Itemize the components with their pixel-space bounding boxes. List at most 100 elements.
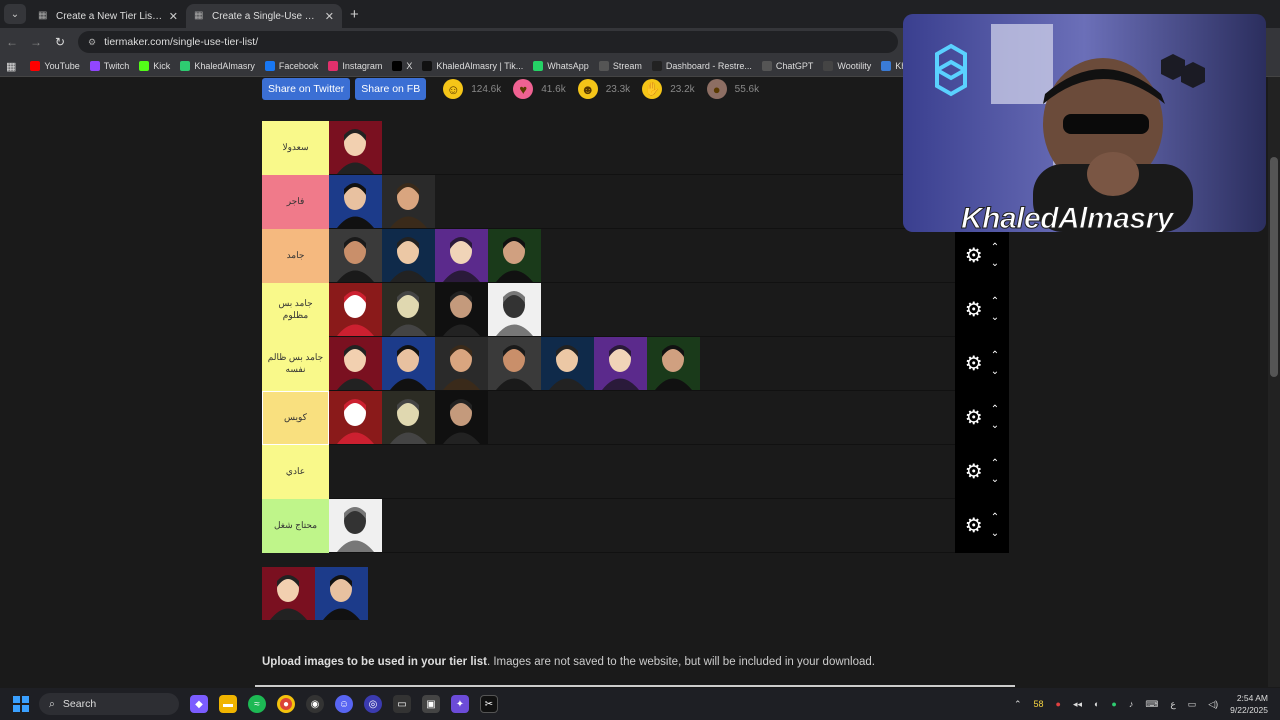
bookmark-item[interactable]: Wootility [823,61,871,71]
store-icon[interactable]: ▣ [422,695,440,713]
share-fb-button[interactable]: Share on FB [355,78,427,100]
copilot-icon[interactable]: ◆ [190,695,208,713]
gear-icon[interactable]: ⚙ [965,462,985,482]
gear-icon[interactable]: ⚙ [965,246,985,266]
reload-icon[interactable]: ↻ [48,35,72,49]
tier-label[interactable]: فاجر [262,175,329,229]
chevron-down-icon[interactable]: ⌄ [991,256,999,272]
tier-item-thumbnail[interactable] [382,229,435,282]
tier-label[interactable]: جامد بس ظالم نفسه [262,337,329,391]
chevron-up-icon[interactable]: ⌃ [991,456,999,472]
reaction-button[interactable]: ● 55.6k [706,79,759,99]
game-app-icon[interactable]: ✦ [451,695,469,713]
close-tab-icon[interactable]: ✕ [169,10,178,23]
tier-item-thumbnail[interactable] [382,175,435,228]
tier-items[interactable] [329,391,1009,444]
bookmark-item[interactable]: Twitch [89,61,129,71]
spotify-icon[interactable]: ≈ [248,695,266,713]
tier-item-thumbnail[interactable] [329,229,382,282]
tier-label[interactable]: محتاج شغل [262,499,329,553]
tier-items[interactable] [329,499,1009,552]
chevron-down-icon[interactable]: ⌄ [991,310,999,326]
media-icon[interactable]: ◂◂ [1073,699,1082,710]
tier-item-thumbnail[interactable] [647,337,700,390]
new-tab-button[interactable]: + [350,6,359,23]
reaction-button[interactable]: ☺ 124.6k [443,79,501,99]
reaction-button[interactable]: ☻ 23.3k [577,79,630,99]
bookmark-item[interactable]: Kick [139,61,170,71]
tier-items[interactable] [329,229,1009,282]
bookmark-item[interactable]: Dashboard - Restre... [651,61,752,71]
taskbar-search[interactable]: ⌕ Search [39,693,179,715]
app-icon[interactable]: ◎ [364,695,382,713]
discord-icon[interactable]: ☺ [335,695,353,713]
tier-item-thumbnail[interactable] [382,337,435,390]
tier-label[interactable]: كويس [262,391,329,445]
tab-1[interactable]: ▦ Create a New Tier List - TierMaker ✕ [30,4,186,28]
chevron-up-icon[interactable]: ⌃ [991,510,999,526]
reaction-button[interactable]: ♥ 41.6k [513,79,566,99]
status-dot-icon[interactable]: ● [1111,699,1116,709]
tier-item-thumbnail[interactable] [435,229,488,282]
tier-item-thumbnail[interactable] [382,391,435,444]
back-icon[interactable]: ← [0,35,24,49]
tier-item-thumbnail[interactable] [329,283,382,336]
tier-item-thumbnail[interactable] [541,337,594,390]
tab-2-active[interactable]: ▦ Create a Single-Use Tier List (P... ✕ [186,4,342,28]
tier-item-thumbnail[interactable] [435,337,488,390]
keyboard-app-icon[interactable]: ▭ [393,695,411,713]
steam-icon[interactable]: ◐ [1094,699,1099,709]
chevron-down-icon[interactable]: ⌄ [991,526,999,542]
tier-label[interactable]: جامد بس مظلوم [262,283,329,337]
chevron-down-icon[interactable]: ⌄ [991,364,999,380]
tier-item-thumbnail[interactable] [488,229,541,282]
tier-item-thumbnail[interactable] [329,175,382,228]
url-field[interactable]: ⚙ tiermaker.com/single-use-tier-list/ [78,31,898,53]
tier-items[interactable] [329,283,1009,336]
chevron-up-icon[interactable]: ⌃ [991,240,999,256]
tier-item-thumbnail[interactable] [435,391,488,444]
bookmark-item[interactable]: X [392,61,412,71]
obs-icon[interactable]: ◉ [306,695,324,713]
record-icon[interactable]: ● [1056,699,1061,709]
forward-icon[interactable]: → [24,35,48,49]
bookmark-item[interactable]: YouTube [30,61,80,71]
tier-item-thumbnail[interactable] [329,121,382,174]
tier-items[interactable] [329,445,1009,498]
bookmark-item[interactable]: WhatsApp [533,61,589,71]
chevron-up-icon[interactable]: ⌃ [1014,699,1022,710]
tier-items[interactable] [329,337,1009,390]
chevron-up-icon[interactable]: ⌃ [991,348,999,364]
share-twitter-button[interactable]: Share on Twitter [262,78,351,100]
unranked-item-thumbnail[interactable] [262,567,315,620]
gear-icon[interactable]: ⚙ [965,354,985,374]
windows-start-icon[interactable] [13,696,29,712]
chevron-down-icon[interactable]: ⌄ [991,472,999,488]
tier-label[interactable]: سعدولا [262,121,329,175]
tab-search-button[interactable]: ⌄ [4,4,26,24]
bookmark-item[interactable]: KhaledAlmasry | Tik... [422,61,523,71]
bookmark-item[interactable]: Facebook [264,61,318,71]
clock[interactable]: 2:54 AM 9/22/2025 [1230,692,1268,716]
network-icon[interactable]: ▭ [1188,699,1197,710]
file-explorer-icon[interactable]: ▬ [219,695,237,713]
tier-item-thumbnail[interactable] [435,283,488,336]
chevron-up-icon[interactable]: ⌃ [991,402,999,418]
close-tab-icon[interactable]: ✕ [325,10,334,23]
tier-item-thumbnail[interactable] [329,337,382,390]
tier-item-thumbnail[interactable] [594,337,647,390]
microphone-icon[interactable]: ♪ [1129,699,1134,709]
tier-item-thumbnail[interactable] [329,391,382,444]
apps-icon[interactable]: ▦ [6,60,16,73]
chevron-up-icon[interactable]: ⌃ [991,294,999,310]
tier-item-thumbnail[interactable] [488,337,541,390]
chrome-icon[interactable]: ● [277,695,295,713]
tier-item-thumbnail[interactable] [488,283,541,336]
tier-item-thumbnail[interactable] [382,283,435,336]
tier-item-thumbnail[interactable] [329,499,382,552]
tray-badge[interactable]: 58 [1033,699,1043,709]
scrollbar-track[interactable] [1268,77,1280,687]
tier-label[interactable]: عادي [262,445,329,499]
bookmark-item[interactable]: KhaledAlmasry [180,61,255,71]
unranked-item-thumbnail[interactable] [315,567,368,620]
